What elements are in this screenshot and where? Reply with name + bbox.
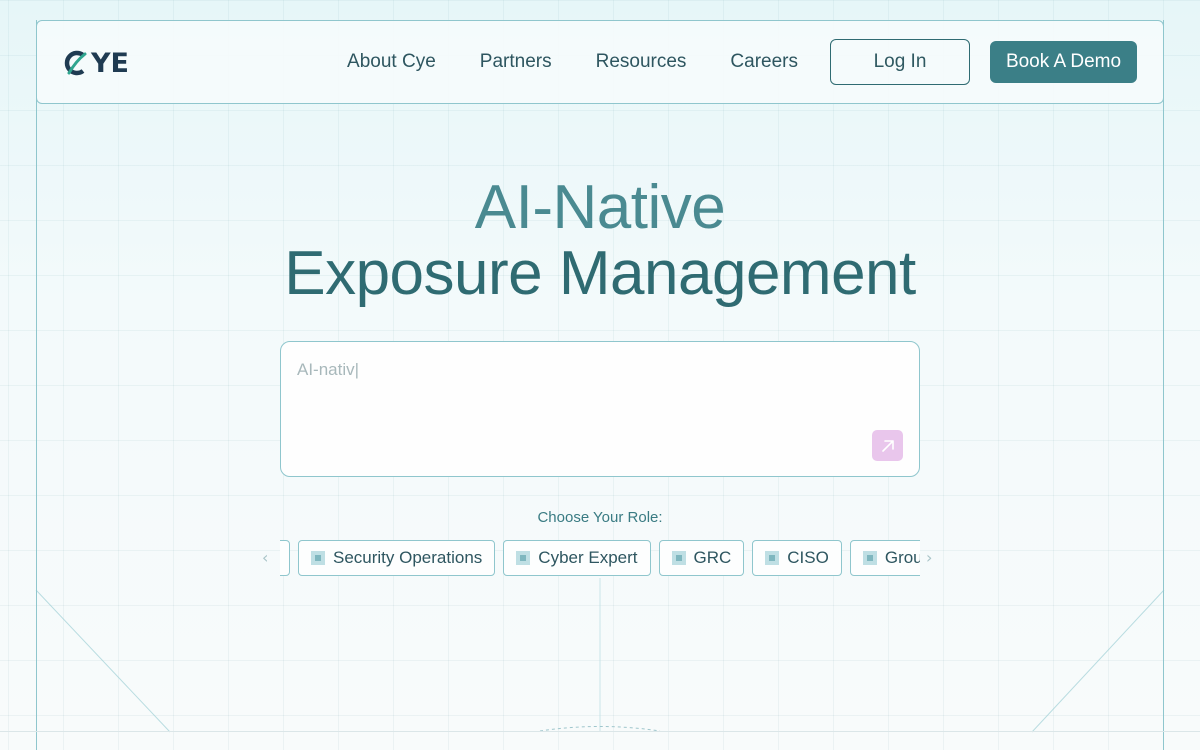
role-track: Security Operations Cyber Expert GRC CIS… [280,540,920,576]
square-icon [862,551,877,565]
section-divider [0,731,1200,732]
arrow-up-right-icon [881,439,894,452]
chevron-left-icon[interactable]: ‹ [262,548,268,567]
nav-partners[interactable]: Partners [480,51,552,73]
role-chip-label: CISO [787,548,829,567]
send-button[interactable] [872,430,903,461]
square-icon [311,551,325,565]
nav-careers[interactable]: Careers [730,51,798,73]
role-chip-label: Group S [884,548,920,567]
square-icon [671,551,686,565]
nav-about-cye[interactable]: About Cye [347,51,436,73]
hero-title-line1: AI-Native [474,173,726,242]
chevron-right-icon[interactable]: › [926,548,932,567]
ai-prompt-input[interactable]: AI-nativ| [280,341,920,477]
role-chip-grc[interactable]: GRC [658,540,745,576]
role-chip-label: GRC [693,548,732,567]
cye-logo-icon [64,50,87,76]
role-chip-label: Cyber Expert [538,548,638,567]
role-chip-ciso[interactable]: CISO [752,540,842,576]
prompt-typed-text: AI-nativ| [297,360,360,379]
role-chip-group-s[interactable]: Group S [849,540,920,576]
book-demo-button[interactable]: Book A Demo [990,41,1137,83]
main-nav: About Cye Partners Resources Careers Log… [347,39,1137,85]
square-icon [516,551,531,565]
login-button[interactable]: Log In [830,39,970,85]
nav-resources[interactable]: Resources [596,51,687,73]
square-icon [765,551,780,565]
choose-role-label: Choose Your Role: [537,509,663,526]
logo-text: YE [91,47,129,79]
role-chip-security-operations[interactable]: Security Operations [298,540,496,576]
site-header: YE About Cye Partners Resources Careers … [36,20,1164,104]
role-chip-hidden[interactable] [280,540,290,576]
cye-logo[interactable]: YE [63,47,129,79]
role-chip-label: Security Operations [333,548,483,567]
role-chip-cyber-expert[interactable]: Cyber Expert [503,540,651,576]
hero-title-line2: Exposure Management [284,239,916,308]
role-carousel: Security Operations Cyber Expert GRC CIS… [280,540,920,576]
